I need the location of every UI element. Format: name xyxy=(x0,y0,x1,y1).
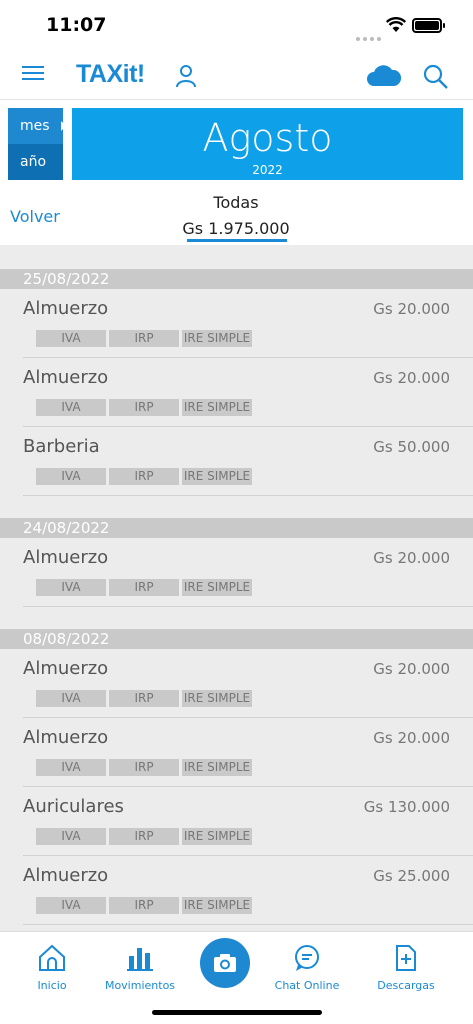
tag-ire-simple[interactable]: IRE SIMPLE xyxy=(182,897,252,914)
entry-amount: Gs 20.000 xyxy=(373,369,450,387)
entry-amount: Gs 20.000 xyxy=(373,549,450,567)
entry-name: Barberia xyxy=(23,436,100,457)
tag-ire-simple[interactable]: IRE SIMPLE xyxy=(182,828,252,845)
tax-tags: IVA IRP IRE SIMPLE xyxy=(36,396,255,416)
list-item[interactable]: Almuerzo Gs 20.000 IVA IRP IRE SIMPLE xyxy=(23,649,473,718)
period-selector: mes año xyxy=(8,108,63,180)
list-item[interactable]: Almuerzo Gs 25.000 IVA IRP IRE SIMPLE xyxy=(23,856,473,925)
entry-amount: Gs 130.000 xyxy=(363,798,450,816)
status-time: 11:07 xyxy=(46,14,107,36)
entry-amount: Gs 50.000 xyxy=(373,438,450,456)
entry-name: Almuerzo xyxy=(23,658,109,679)
tag-ire-simple[interactable]: IRE SIMPLE xyxy=(182,579,252,596)
bar-chart-icon xyxy=(127,948,153,971)
cloud-sync-icon[interactable] xyxy=(366,64,402,92)
list-item[interactable]: Almuerzo Gs 20.000 IVA IRP IRE SIMPLE xyxy=(23,289,473,358)
tab-inicio-label: Inicio xyxy=(37,979,67,992)
search-icon[interactable] xyxy=(423,64,449,94)
document-add-icon xyxy=(396,945,416,971)
list-item[interactable]: Almuerzo Gs 20.000 IVA IRP IRE SIMPLE xyxy=(23,538,473,607)
tab-movimientos-label: Movimientos xyxy=(104,979,176,992)
tag-irp[interactable]: IRP xyxy=(109,897,179,914)
tab-descargas[interactable]: Descargas xyxy=(372,944,440,992)
back-link[interactable]: Volver xyxy=(10,207,60,226)
tax-tags: IVA IRP IRE SIMPLE xyxy=(36,576,255,596)
tag-iva[interactable]: IVA xyxy=(36,828,106,845)
chat-icon xyxy=(295,945,319,971)
entry-name: Auriculares xyxy=(23,796,124,817)
list-item[interactable]: Almuerzo Gs 20.000 IVA IRP IRE SIMPLE xyxy=(23,718,473,787)
total-amount: Gs 1.975.000 xyxy=(182,219,290,238)
list-item[interactable]: Almuerzo Gs 20.000 IVA IRP IRE SIMPLE xyxy=(23,358,473,427)
list-item[interactable]: Auriculares Gs 130.000 IVA IRP IRE SIMPLE xyxy=(23,787,473,856)
app-logo: TAXit! xyxy=(76,60,145,88)
entry-amount: Gs 25.000 xyxy=(373,867,450,885)
tag-iva[interactable]: IVA xyxy=(36,579,106,596)
tax-tags: IVA IRP IRE SIMPLE xyxy=(36,825,255,845)
signal-icon xyxy=(356,26,384,45)
tax-tags: IVA IRP IRE SIMPLE xyxy=(36,327,255,347)
period-tab-year[interactable]: año xyxy=(8,144,63,180)
entry-name: Almuerzo xyxy=(23,298,109,319)
tab-inicio[interactable]: Inicio xyxy=(30,944,74,992)
tag-ire-simple[interactable]: IRE SIMPLE xyxy=(182,759,252,776)
entry-name: Almuerzo xyxy=(23,547,109,568)
tag-irp[interactable]: IRP xyxy=(109,330,179,347)
tag-iva[interactable]: IVA xyxy=(36,399,106,416)
tag-irp[interactable]: IRP xyxy=(109,399,179,416)
tax-tags: IVA IRP IRE SIMPLE xyxy=(36,756,255,776)
status-bar: 11:07 xyxy=(0,0,473,52)
wifi-icon xyxy=(385,17,407,37)
tab-movimientos[interactable]: Movimientos xyxy=(100,944,180,992)
tag-iva[interactable]: IVA xyxy=(36,690,106,707)
tag-ire-simple[interactable]: IRE SIMPLE xyxy=(182,690,252,707)
year-label: 2022 xyxy=(252,163,283,177)
entry-name: Almuerzo xyxy=(23,367,109,388)
tag-iva[interactable]: IVA xyxy=(36,759,106,776)
entry-amount: Gs 20.000 xyxy=(373,660,450,678)
tag-irp[interactable]: IRP xyxy=(109,828,179,845)
tab-descargas-label: Descargas xyxy=(377,979,435,992)
menu-icon[interactable] xyxy=(22,66,44,84)
tag-irp[interactable]: IRP xyxy=(109,690,179,707)
transaction-list[interactable]: 25/08/2022 Almuerzo Gs 20.000 IVA IRP IRE SIM… xyxy=(0,245,473,931)
period-tab-month[interactable]: mes xyxy=(8,108,63,144)
date-header: 25/08/2022 xyxy=(0,269,473,289)
tab-chat-label: Chat Online xyxy=(274,979,340,992)
entry-name: Almuerzo xyxy=(23,727,109,748)
month-banner[interactable]: Agosto 2022 xyxy=(72,108,463,180)
date-header: 08/08/2022 xyxy=(0,629,473,649)
tax-tags: IVA IRP IRE SIMPLE xyxy=(36,894,255,914)
list-item[interactable]: Barberia Gs 50.000 IVA IRP IRE SIMPLE xyxy=(23,427,473,496)
tag-ire-simple[interactable]: IRE SIMPLE xyxy=(182,330,252,347)
entry-amount: Gs 20.000 xyxy=(373,300,450,318)
entry-amount: Gs 20.000 xyxy=(373,729,450,747)
tag-iva[interactable]: IVA xyxy=(36,330,106,347)
filter-underline xyxy=(187,239,287,242)
tax-tags: IVA IRP IRE SIMPLE xyxy=(36,687,255,707)
camera-button[interactable] xyxy=(200,938,250,988)
month-title: Agosto xyxy=(202,116,333,160)
tag-irp[interactable]: IRP xyxy=(109,468,179,485)
home-icon xyxy=(39,944,65,971)
home-indicator xyxy=(152,1010,322,1015)
date-header: 24/08/2022 xyxy=(0,518,473,538)
tab-chat-online[interactable]: Chat Online xyxy=(268,944,346,992)
tag-ire-simple[interactable]: IRE SIMPLE xyxy=(182,468,252,485)
entry-name: Almuerzo xyxy=(23,865,109,886)
tag-iva[interactable]: IVA xyxy=(36,468,106,485)
top-navbar: TAXit! xyxy=(0,52,473,100)
filter-label[interactable]: Todas xyxy=(136,193,336,212)
user-icon[interactable] xyxy=(175,64,197,92)
tag-irp[interactable]: IRP xyxy=(109,759,179,776)
camera-icon xyxy=(214,954,236,972)
tag-ire-simple[interactable]: IRE SIMPLE xyxy=(182,399,252,416)
tag-irp[interactable]: IRP xyxy=(109,579,179,596)
tag-iva[interactable]: IVA xyxy=(36,897,106,914)
battery-icon xyxy=(412,18,445,33)
tax-tags: IVA IRP IRE SIMPLE xyxy=(36,465,255,485)
